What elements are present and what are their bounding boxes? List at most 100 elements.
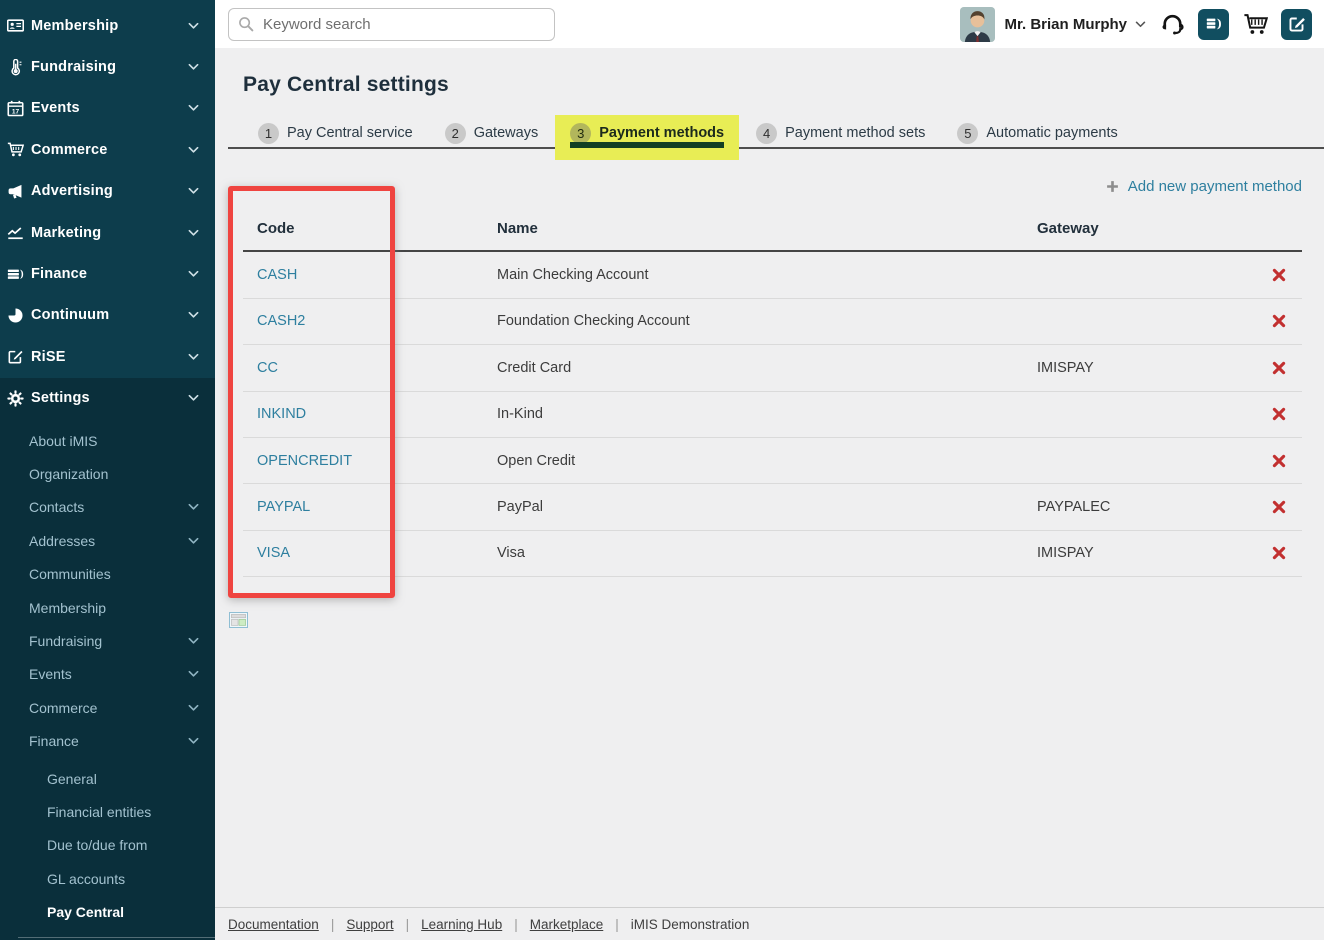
payment-method-code-link[interactable]: VISA — [257, 545, 290, 561]
compose-button[interactable] — [1281, 9, 1312, 40]
footer-link-marketplace[interactable]: Marketplace — [530, 917, 604, 932]
finance-sub-financial-entities[interactable]: Financial entities — [0, 795, 215, 828]
submenu-item-label: About iMIS — [29, 433, 97, 449]
headset-icon[interactable] — [1160, 12, 1185, 37]
sidebar-item-finance[interactable]: Finance — [0, 253, 215, 294]
delete-icon[interactable] — [1272, 500, 1286, 514]
tab-bar: 1Pay Central service2Gateways3Payment me… — [243, 117, 1302, 149]
payment-method-name: In-Kind — [497, 406, 1037, 422]
chevron-down-icon — [188, 353, 199, 361]
tab-automatic-payments[interactable]: 5 Automatic payments — [957, 123, 1117, 144]
submenu-item-label: Events — [29, 666, 72, 682]
chevron-down-icon — [188, 311, 199, 319]
user-menu[interactable]: Mr. Brian Murphy — [1004, 16, 1146, 33]
submenu-item-label: Due to/due from — [47, 837, 147, 853]
delete-icon[interactable] — [1272, 314, 1286, 328]
payment-methods-table: CodeNameGatewayCASHMain Checking Account… — [243, 206, 1302, 577]
tab-number: 5 — [957, 123, 978, 144]
sidebar-item-events[interactable]: 17Events — [0, 88, 215, 129]
delete-icon[interactable] — [1272, 454, 1286, 468]
submenu-item-label: Communities — [29, 566, 111, 582]
sidebar-item-label: Marketing — [31, 225, 101, 241]
payment-method-code-link[interactable]: OPENCREDIT — [257, 453, 352, 469]
submenu-item-label: GL accounts — [47, 871, 125, 887]
sidebar-item-marketing[interactable]: Marketing — [0, 212, 215, 253]
settings-sub-communities[interactable]: Communities — [0, 557, 215, 590]
chevron-down-icon — [188, 63, 199, 71]
search-icon — [238, 16, 254, 32]
cart-icon[interactable] — [1243, 12, 1268, 37]
delete-icon[interactable] — [1272, 546, 1286, 560]
billing-button[interactable] — [1198, 9, 1229, 40]
sidebar-item-membership[interactable]: Membership — [0, 5, 215, 46]
settings-sub-addresses[interactable]: Addresses — [0, 524, 215, 557]
sidebar-item-fundraising[interactable]: Fundraising — [0, 46, 215, 87]
sidebar-item-continuum[interactable]: Continuum — [0, 295, 215, 336]
table-header-row: CodeNameGateway — [243, 206, 1302, 252]
tab-number: 3 — [570, 123, 591, 144]
membership-icon — [7, 17, 24, 34]
settings-sub-membership[interactable]: Membership — [0, 591, 215, 624]
sidebar-item-rise[interactable]: RiSE — [0, 336, 215, 377]
table-row: VISAVisaIMISPAY — [243, 531, 1302, 577]
footer-link-learning-hub[interactable]: Learning Hub — [421, 917, 502, 932]
finance-sub-due-to-due-from[interactable]: Due to/due from — [0, 829, 215, 862]
tab-payment-method-sets[interactable]: 4Payment method sets — [756, 123, 925, 144]
payment-method-name: PayPal — [497, 499, 1037, 515]
sidebar-item-label: Fundraising — [31, 59, 116, 75]
chevron-down-icon — [188, 146, 199, 154]
delete-icon[interactable] — [1272, 268, 1286, 282]
sidebar-settings-item-holder: Settings — [0, 378, 215, 419]
payment-method-gateway: IMISPAY — [1037, 360, 1257, 376]
settings-sub-commerce[interactable]: Commerce — [0, 691, 215, 724]
sidebar-item-label: Continuum — [31, 307, 109, 323]
tab-gateways[interactable]: 2Gateways — [445, 123, 538, 144]
settings-sub-events[interactable]: Events — [0, 658, 215, 691]
tab-pay-central-service[interactable]: 1Pay Central service — [258, 123, 413, 144]
sidebar-item-commerce[interactable]: Commerce — [0, 129, 215, 170]
grid-export-icon — [229, 612, 248, 628]
sidebar-item-settings[interactable]: Settings — [0, 378, 215, 419]
finance-sub-pay-central[interactable]: Pay Central — [0, 895, 215, 928]
finance-sub-gl-accounts[interactable]: GL accounts — [0, 862, 215, 895]
payment-method-code-link[interactable]: INKIND — [257, 406, 306, 422]
settings-sub-organization[interactable]: Organization — [0, 457, 215, 490]
rise-icon — [7, 348, 24, 365]
chevron-down-icon — [188, 670, 199, 678]
tab-payment-methods[interactable]: 3Payment methods — [555, 115, 739, 160]
chevron-down-icon — [188, 229, 199, 237]
content: Pay Central settings 1Pay Central servic… — [215, 48, 1324, 940]
avatar[interactable] — [960, 7, 995, 42]
settings-sub-contacts[interactable]: Contacts — [0, 491, 215, 524]
tab-number: 1 — [258, 123, 279, 144]
search-input[interactable] — [261, 15, 545, 34]
delete-icon[interactable] — [1272, 407, 1286, 421]
search-box[interactable] — [228, 8, 555, 41]
sidebar-item-advertising[interactable]: Advertising — [0, 171, 215, 212]
payment-method-code-link[interactable]: CASH2 — [257, 313, 305, 329]
finance-sub-general[interactable]: General — [0, 762, 215, 795]
table-row: CASHMain Checking Account — [243, 252, 1302, 298]
settings-sub-fundraising[interactable]: Fundraising — [0, 624, 215, 657]
sidebar-item-label: Advertising — [31, 183, 113, 199]
column-header-gateway: Gateway — [1037, 220, 1257, 237]
fundraising-icon — [7, 59, 24, 76]
user-area: Mr. Brian Murphy — [960, 7, 1316, 42]
submenu-item-label: Fundraising — [29, 633, 102, 649]
submenu-item-label: Contacts — [29, 499, 84, 515]
footer-link-documentation[interactable]: Documentation — [228, 917, 319, 932]
settings-sub-about-imis[interactable]: About iMIS — [0, 424, 215, 457]
column-header-name: Name — [497, 220, 1037, 237]
chevron-down-icon — [188, 22, 199, 30]
column-header-code: Code — [257, 220, 497, 237]
payment-method-name: Visa — [497, 545, 1037, 561]
tab-label: Automatic payments — [986, 125, 1117, 141]
payment-method-code-link[interactable]: PAYPAL — [257, 499, 310, 515]
delete-icon[interactable] — [1272, 361, 1286, 375]
settings-sub-finance[interactable]: Finance — [0, 724, 215, 757]
footer-link-support[interactable]: Support — [346, 917, 393, 932]
payment-method-code-link[interactable]: CASH — [257, 267, 297, 283]
add-payment-method-link[interactable]: Add new payment method — [1106, 178, 1302, 195]
payment-method-code-link[interactable]: CC — [257, 360, 278, 376]
tab-number: 2 — [445, 123, 466, 144]
